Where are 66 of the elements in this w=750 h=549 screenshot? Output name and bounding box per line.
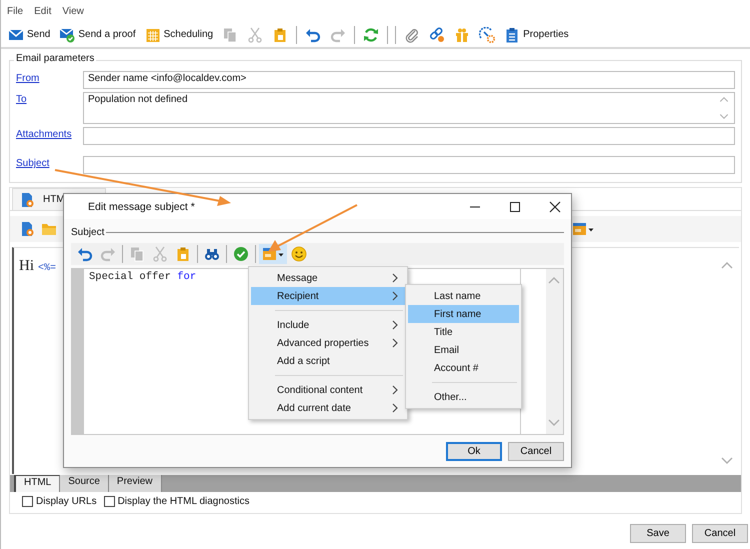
menu-item[interactable]: Last name [408, 287, 519, 305]
dialog-button[interactable]: Cancel [508, 442, 564, 461]
field-link[interactable]: To [16, 92, 83, 105]
menu-item[interactable]: Message [251, 269, 405, 287]
dialog-button[interactable]: Save [630, 524, 686, 543]
checkbox[interactable] [104, 496, 115, 507]
field-link[interactable]: From [16, 71, 83, 84]
menu-item[interactable]: Conditional content [251, 381, 405, 399]
refresh-icon[interactable] [363, 26, 380, 42]
clipboard-icon[interactable] [272, 26, 288, 42]
menu-item[interactable]: Advanced properties [251, 334, 405, 352]
binoculars-icon[interactable] [204, 246, 220, 262]
input-field[interactable]: Population not defined [83, 92, 735, 124]
code-token: for [177, 271, 196, 283]
gauge-icon[interactable] [479, 26, 496, 42]
menu-item[interactable]: First name [408, 305, 519, 323]
menu-item[interactable]: View [61, 6, 85, 16]
toolbar-button[interactable]: Properties [501, 24, 572, 44]
toolbar-button[interactable]: Scheduling [142, 24, 216, 44]
document-icon [19, 192, 35, 208]
checkbox-label: Display the HTML diagnostics [118, 496, 250, 507]
toolbar-button[interactable]: Send [5, 24, 54, 44]
envelope-check-icon [59, 26, 76, 42]
input-field[interactable] [83, 127, 735, 145]
menu-item[interactable]: Edit [33, 6, 52, 16]
toolbar-button[interactable]: Send a proof [56, 24, 139, 44]
undo-icon[interactable] [305, 26, 322, 42]
gift-icon[interactable] [454, 26, 470, 42]
calendar-icon [144, 26, 161, 42]
section-title: Subject [71, 226, 104, 238]
field-link[interactable]: Subject [16, 156, 83, 169]
checkbox-label: Display URLs [36, 496, 97, 507]
menu-item[interactable]: Recipient [251, 287, 405, 305]
smiley-icon[interactable] [291, 246, 307, 262]
editor-text: Special offer [89, 271, 172, 283]
menu-item[interactable]: Add current date [251, 399, 405, 417]
document-icon[interactable] [19, 221, 35, 237]
menu-item[interactable]: File [6, 6, 24, 16]
folder-icon[interactable] [41, 221, 57, 237]
checkbox[interactable] [22, 496, 33, 507]
close-icon[interactable] [547, 198, 563, 214]
undo-icon[interactable] [77, 246, 93, 262]
dialog-button[interactable]: Ok [446, 442, 502, 461]
dialog-button[interactable]: Cancel [692, 524, 748, 543]
input-field[interactable]: Sender name <info@localdev.com> [83, 71, 735, 89]
code-token: <%= [38, 263, 56, 274]
check-circle-icon[interactable] [233, 246, 249, 262]
clipboard-list-icon [504, 26, 520, 42]
section-title: Email parameters [14, 53, 96, 64]
tab[interactable]: Source [60, 475, 109, 492]
paperclip-icon[interactable] [404, 26, 420, 42]
clipboard-icon[interactable] [175, 246, 191, 262]
editor-text: Hi [19, 258, 34, 275]
window-caret-icon[interactable] [572, 221, 594, 237]
menu-item[interactable]: Add a script [251, 352, 405, 370]
field-value: Population not defined [88, 94, 188, 107]
tab[interactable]: Preview [108, 475, 162, 492]
menu-item[interactable]: Include [251, 316, 405, 334]
menu-item[interactable]: Other... [408, 388, 519, 406]
tab[interactable]: HTML [14, 475, 60, 492]
field-link[interactable]: Attachments [16, 127, 83, 140]
link-icon[interactable] [429, 26, 446, 42]
menu-item[interactable]: Title [408, 323, 519, 341]
input-field[interactable] [83, 156, 735, 174]
menu-item[interactable]: Account # [408, 359, 519, 377]
menu-item[interactable]: Email [408, 341, 519, 359]
